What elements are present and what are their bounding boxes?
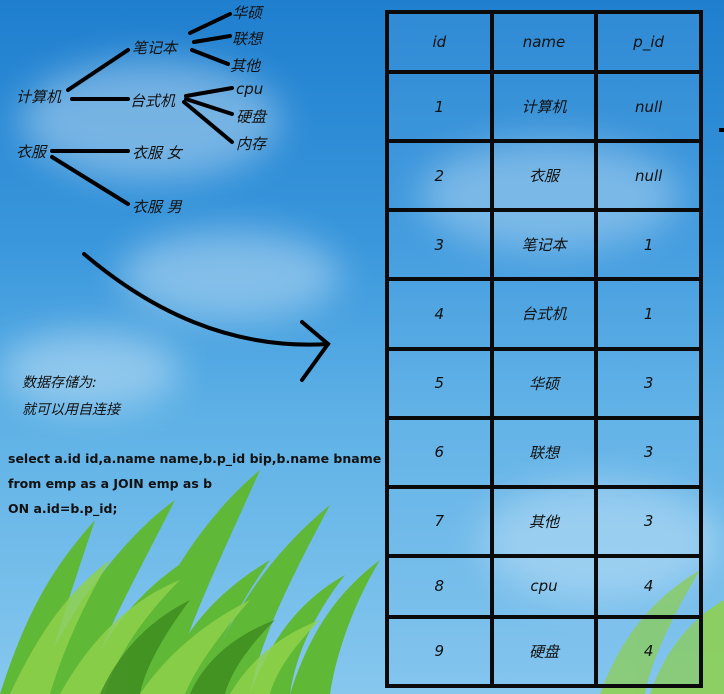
self-join-note: 就可以用自连接: [22, 402, 120, 418]
cell-p-id: 3: [594, 484, 703, 558]
cell-p-id: null: [594, 139, 703, 213]
arrow-curve: [82, 252, 330, 347]
table-row: 7 其他 3: [385, 484, 703, 558]
cell-p-id: 3: [594, 415, 703, 489]
edge-notebook-other: [190, 48, 230, 66]
column-header-id: id: [385, 10, 494, 74]
cell-id: 5: [385, 346, 494, 420]
column-header-p-id: p_id: [594, 10, 703, 74]
table-row: 6 联想 3: [385, 415, 703, 489]
storage-note: 数据存储为:: [22, 375, 97, 391]
cell-p-id: 1: [594, 277, 703, 351]
cell-p-id: 3: [594, 346, 703, 420]
cell-name: 其他: [489, 484, 599, 558]
cell-name: 台式机: [489, 277, 599, 351]
cell-name: 计算机: [489, 69, 599, 144]
edge-desktop-cpu: [184, 86, 234, 98]
cell-p-id: null: [594, 69, 703, 144]
cell-id: 3: [385, 208, 494, 282]
table-row: 5 华硕 3: [385, 346, 703, 420]
cell-name: 联想: [489, 415, 599, 489]
tree-node-clothes-female: 衣服 女: [132, 144, 182, 162]
cell-p-id: 4: [594, 614, 703, 689]
table-header-row: id name p_id: [385, 10, 703, 74]
table-row: 3 笔记本 1: [385, 208, 703, 282]
cell-name: 硬盘: [489, 614, 599, 689]
sql-line-2: from emp as a JOIN emp as b: [8, 476, 213, 491]
cell-id: 4: [385, 277, 494, 351]
tree-node-cpu: cpu: [236, 80, 264, 98]
edge-notebook-asus: [188, 12, 232, 35]
sql-line-3: ON a.id=b.p_id;: [8, 501, 118, 516]
cell-p-id: 1: [594, 208, 703, 282]
tree-node-clothes: 衣服: [16, 143, 47, 161]
arrow-head: [300, 320, 331, 382]
cell-id: 2: [385, 139, 494, 213]
tree-node-desktop: 台式机: [130, 92, 176, 110]
tree-node-memory: 内存: [236, 135, 267, 153]
table-row: 9 硬盘 4: [385, 614, 703, 689]
tree-node-notebook: 笔记本: [132, 39, 178, 57]
table-row: 1 计算机 null: [385, 69, 703, 144]
edge-tick-mark: [719, 128, 724, 132]
cell-id: 8: [385, 553, 494, 619]
cell-id: 7: [385, 484, 494, 558]
tree-node-asus: 华硕: [232, 4, 263, 22]
cell-id: 1: [385, 69, 494, 144]
table-row: 2 衣服 null: [385, 139, 703, 213]
cell-p-id: 4: [594, 553, 703, 619]
tree-node-lenovo: 联想: [232, 30, 263, 48]
table-row: 8 cpu 4: [385, 553, 703, 619]
sql-line-1: select a.id id,a.name name,b.p_id bip,b.…: [8, 451, 382, 466]
edge-clothes-male: [50, 155, 130, 206]
tree-node-clothes-male: 衣服 男: [132, 198, 182, 216]
cell-name: 笔记本: [489, 208, 599, 282]
edge-notebook-lenovo: [192, 34, 232, 44]
tree-node-other: 其他: [230, 57, 261, 75]
edge-computer-notebook: [66, 48, 130, 92]
emp-table: id name p_id 1 计算机 null 2 衣服 null 3 笔记本 …: [385, 10, 703, 689]
cell-id: 9: [385, 614, 494, 689]
table-row: 4 台式机 1: [385, 277, 703, 351]
column-header-name: name: [489, 10, 599, 74]
cell-name: cpu: [489, 553, 599, 619]
cell-id: 6: [385, 415, 494, 489]
tree-node-computer: 计算机: [16, 88, 62, 106]
tree-node-disk: 硬盘: [236, 108, 267, 126]
cell-name: 华硕: [489, 346, 599, 420]
cell-name: 衣服: [489, 139, 599, 213]
